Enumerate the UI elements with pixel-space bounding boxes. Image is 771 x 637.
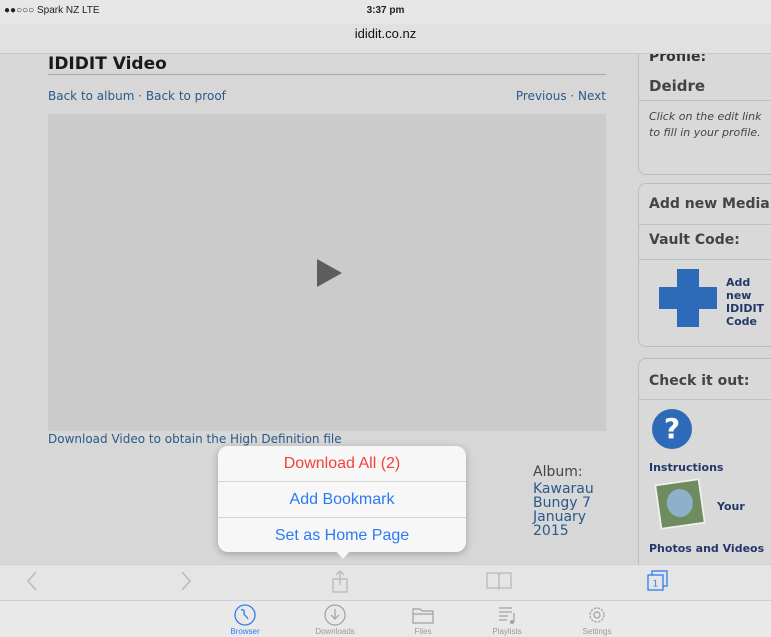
tab-count: 1 — [653, 580, 659, 590]
profile-panel: Profile: Deidre Click on the edit link t… — [638, 54, 771, 175]
tab-browser[interactable]: Browser — [215, 603, 275, 636]
download-video-link[interactable]: Download Video to obtain the High Defini… — [48, 432, 342, 446]
plus-icon[interactable] — [659, 287, 717, 309]
forward-icon[interactable] — [180, 570, 192, 598]
share-icon[interactable] — [332, 570, 348, 593]
album-label: Album: — [533, 464, 583, 480]
compass-icon — [234, 604, 256, 626]
share-action-sheet: Download All (2) Add Bookmark Set as Hom… — [218, 446, 466, 559]
clock: 3:37 pm — [366, 5, 405, 16]
back-to-album-link[interactable]: Back to album — [48, 89, 134, 103]
status-bar: ●●○○○ Spark NZ LTE 3:37 pm — [0, 0, 771, 24]
address-bar[interactable]: ididit.co.nz — [0, 24, 771, 54]
video-player[interactable] — [48, 114, 606, 431]
profile-name: Deidre — [649, 77, 706, 95]
page-title: IDIDIT Video — [48, 54, 167, 74]
tab-playlists[interactable]: Playlists — [477, 603, 537, 636]
your-link[interactable]: Your — [717, 500, 745, 513]
tab-label: Browser — [230, 627, 260, 636]
divider — [639, 399, 771, 400]
tab-files[interactable]: Files — [393, 603, 453, 636]
divider — [639, 100, 771, 101]
download-all-button[interactable]: Download All (2) — [218, 446, 466, 481]
download-icon — [324, 604, 346, 626]
add-bookmark-button[interactable]: Add Bookmark — [218, 481, 466, 516]
playlist-icon — [499, 607, 515, 624]
tab-label: Playlists — [492, 627, 522, 636]
tab-label: Files — [414, 627, 432, 636]
check-it-out-heading: Check it out: — [649, 373, 750, 389]
photo-thumbnail[interactable] — [654, 478, 706, 530]
check-it-out-panel: Check it out: ? Instructions Your Photos… — [638, 358, 771, 564]
tab-settings[interactable]: Settings — [567, 603, 627, 636]
photos-videos-link[interactable]: Photos and Videos — [649, 542, 764, 555]
nav-separator: · — [566, 89, 579, 103]
back-icon[interactable] — [26, 570, 38, 598]
tab-label: Settings — [582, 627, 612, 636]
tab-bar: Browser Downloads Files Playlists Settin… — [0, 600, 771, 637]
tab-downloads[interactable]: Downloads — [305, 603, 365, 636]
browser-toolbar: 1 — [0, 564, 771, 600]
nav-separator: · — [134, 89, 146, 103]
instructions-link[interactable]: Instructions — [649, 461, 723, 474]
title-divider — [48, 74, 606, 75]
add-code-link[interactable]: Add new IDIDIT Code — [726, 276, 771, 328]
popover-arrow — [335, 550, 351, 559]
vault-code-heading: Vault Code: — [649, 232, 740, 248]
tab-label: Downloads — [315, 627, 355, 636]
divider — [639, 259, 771, 260]
set-home-page-button[interactable]: Set as Home Page — [218, 517, 466, 552]
question-icon[interactable]: ? — [652, 409, 692, 449]
play-icon[interactable] — [317, 259, 342, 287]
bookmarks-icon[interactable] — [486, 570, 512, 590]
gear-icon — [589, 607, 605, 623]
album-link[interactable]: Kawarau Bungy 7 January 2015 — [533, 482, 603, 538]
add-media-heading: Add new Media — [649, 196, 770, 212]
previous-link[interactable]: Previous — [516, 89, 567, 103]
profile-hint: Click on the edit link to fill in your p… — [649, 110, 762, 139]
add-media-panel: Add new Media Vault Code: Add new IDIDIT… — [638, 183, 771, 347]
folder-icon — [412, 608, 434, 624]
tabs-icon[interactable]: 1 — [647, 570, 669, 592]
next-link[interactable]: Next — [578, 89, 606, 103]
profile-heading: Profile: — [649, 54, 707, 65]
back-to-proof-link[interactable]: Back to proof — [146, 89, 226, 103]
divider — [639, 224, 771, 225]
url-text[interactable]: ididit.co.nz — [0, 24, 771, 41]
